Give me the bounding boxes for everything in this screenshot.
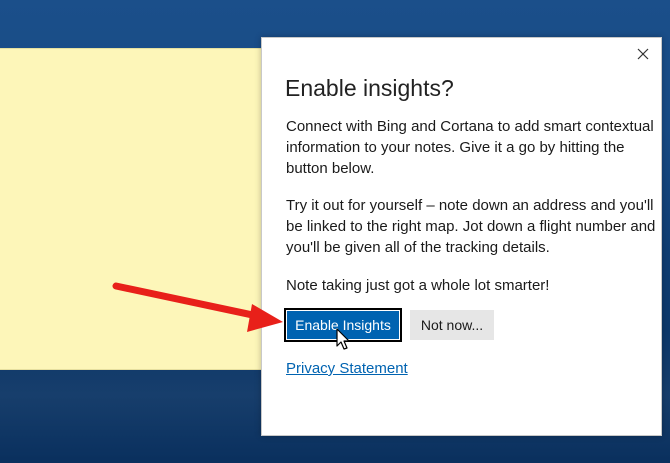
close-icon xyxy=(637,48,649,60)
tagline-paragraph: Note taking just got a whole lot smarter… xyxy=(286,277,550,294)
close-button[interactable] xyxy=(635,46,651,62)
intro-paragraph: Connect with Bing and Cortana to add sma… xyxy=(286,118,654,177)
example-paragraph: Try it out for yourself – note down an a… xyxy=(286,197,656,256)
sticky-note[interactable] xyxy=(0,48,262,370)
enable-insights-dialog: Enable insights? Connect with Bing and C… xyxy=(261,37,662,436)
not-now-button[interactable]: Not now... xyxy=(410,310,494,340)
privacy-statement-link[interactable]: Privacy Statement xyxy=(286,360,408,377)
dialog-title: Enable insights? xyxy=(285,75,454,101)
mouse-pointer-icon xyxy=(336,328,350,350)
